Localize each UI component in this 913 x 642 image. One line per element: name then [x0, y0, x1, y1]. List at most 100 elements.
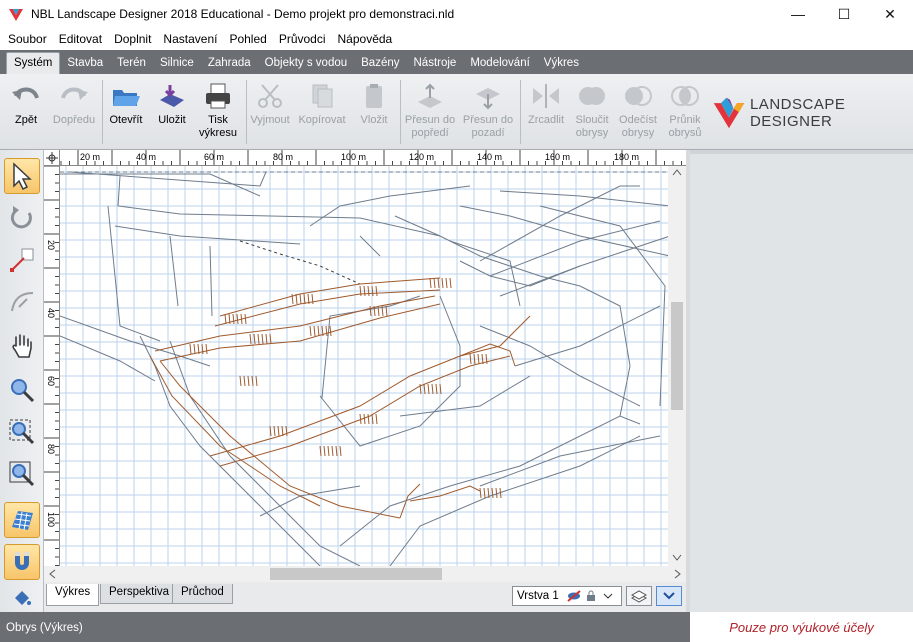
paste-icon [366, 84, 382, 108]
vertical-scrollbar[interactable] [668, 166, 686, 566]
intersect-icon [671, 86, 699, 106]
ruler-label: 100 m [341, 152, 367, 162]
pan-tool[interactable] [4, 328, 40, 364]
ruler-label: 140 m [477, 152, 503, 162]
save-button[interactable]: Uložit [146, 80, 198, 127]
menu-bar: Soubor Editovat Doplnit Nastavení Pohled… [0, 28, 913, 50]
drawing-canvas[interactable] [60, 166, 668, 566]
window-title: NBL Landscape Designer 2018 Educational … [31, 7, 455, 21]
tab-modelovani[interactable]: Modelování [463, 53, 536, 74]
ruler-label: 60 [46, 376, 56, 387]
cut-button[interactable]: Vyjmout [244, 80, 296, 127]
redo-icon [61, 87, 88, 100]
union-icon [579, 87, 605, 105]
close-button[interactable]: ✕ [867, 0, 913, 28]
menu-nastaveni[interactable]: Nastavení [157, 32, 223, 46]
ruler-label: 20 m [80, 152, 101, 162]
plan-drawing[interactable] [60, 166, 668, 566]
tab-objekty-s-vodou[interactable]: Objekty s vodou [258, 53, 354, 74]
paint-tool[interactable] [4, 586, 40, 610]
tab-stavba[interactable]: Stavba [60, 53, 110, 74]
menu-pruvodci[interactable]: Průvodci [273, 32, 332, 46]
scroll-right-icon[interactable] [674, 569, 682, 579]
select-tool[interactable] [4, 158, 40, 194]
send-to-back-button[interactable]: Přesun do pozadí [462, 80, 514, 140]
dashed-boundary-line [239, 240, 361, 285]
paint-bucket-icon [15, 591, 31, 605]
curve-tool[interactable] [4, 284, 40, 320]
undo-icon [12, 87, 39, 100]
brand-logo-icon [713, 97, 745, 129]
title-bar: NBL Landscape Designer 2018 Educational … [0, 0, 913, 28]
cursor-arrow-icon [13, 162, 32, 190]
menu-doplnit[interactable]: Doplnit [108, 32, 157, 46]
zoom-extents-icon [9, 461, 35, 487]
hand-icon [12, 334, 32, 358]
layers-manager-button[interactable] [626, 586, 652, 606]
ruler-origin[interactable] [44, 150, 60, 166]
ruler-label: 80 [46, 444, 56, 455]
horizontal-scroll-thumb[interactable] [270, 568, 442, 580]
grid-icon [12, 511, 33, 531]
eye-hidden-icon[interactable] [567, 590, 581, 602]
resize-tool[interactable] [4, 242, 40, 278]
rotate-icon [10, 206, 32, 229]
snap-magnet-tool[interactable] [4, 544, 40, 580]
vertical-ruler: 20 40 60 80 100 [44, 166, 60, 566]
paste-button[interactable]: Vložit [348, 80, 400, 127]
minimize-button[interactable]: — [775, 0, 821, 28]
zoom-all-tool[interactable] [4, 456, 40, 492]
intersect-outlines-button[interactable]: Průnik obrysů [659, 80, 711, 140]
tab-pruchod[interactable]: Průchod [172, 584, 233, 604]
zoom-window-tool[interactable] [4, 414, 40, 450]
ribbon-separator [400, 80, 401, 144]
horizontal-scrollbar[interactable] [44, 566, 686, 582]
app-logo-icon [9, 9, 23, 21]
zoom-tool[interactable] [4, 372, 40, 408]
tab-nastroje[interactable]: Nástroje [407, 53, 464, 74]
menu-pohled[interactable]: Pohled [223, 32, 272, 46]
vertical-scroll-thumb[interactable] [671, 302, 683, 410]
menu-soubor[interactable]: Soubor [2, 32, 53, 46]
layer-name: Vrstva 1 [517, 590, 559, 602]
copy-button[interactable]: Kopírovat [296, 80, 348, 127]
ruler-label: 180 m [614, 152, 640, 162]
copy-icon [312, 84, 333, 108]
maximize-button[interactable]: ☐ [821, 0, 867, 28]
open-button[interactable]: Otevřít [100, 80, 152, 127]
tab-perspektiva[interactable]: Perspektiva [100, 584, 179, 604]
zoom-window-icon [9, 419, 35, 445]
ruler-label: 40 [46, 308, 56, 319]
chevron-down-icon [663, 592, 675, 600]
union-outlines-button[interactable]: Sloučit obrysy [566, 80, 618, 140]
scroll-down-icon[interactable] [672, 554, 682, 562]
scroll-up-icon[interactable] [672, 168, 682, 176]
tab-silnice[interactable]: Silnice [153, 53, 201, 74]
tab-vykres-view[interactable]: Výkres [46, 584, 100, 606]
ruler-label: 20 [46, 240, 56, 251]
mirror-button[interactable]: Zrcadlit [520, 80, 572, 127]
tab-system[interactable]: Systém [6, 52, 61, 74]
subtract-outlines-button[interactable]: Odečíst obrysy [612, 80, 664, 140]
layers-dropdown-button[interactable] [656, 586, 682, 606]
grid-toggle-tool[interactable] [4, 502, 40, 538]
ribbon-tabs: Systém Stavba Terén Silnice Zahrada Obje… [0, 50, 913, 74]
redo-button[interactable]: Dopředu [48, 80, 100, 127]
ruler-label: 60 m [204, 152, 225, 162]
magnet-icon [15, 552, 29, 570]
chevron-down-icon[interactable] [603, 592, 613, 600]
resize-icon [10, 248, 34, 272]
tab-zahrada[interactable]: Zahrada [201, 53, 258, 74]
menu-editovat[interactable]: Editovat [53, 32, 108, 46]
tab-teren[interactable]: Terén [110, 53, 153, 74]
layer-select[interactable]: Vrstva 1 [512, 586, 622, 606]
undo-button[interactable]: Zpět [0, 80, 52, 127]
menu-napoveda[interactable]: Nápověda [332, 32, 399, 46]
bring-to-front-button[interactable]: Přesun do popředí [404, 80, 456, 140]
print-button[interactable]: Tisk výkresu [192, 80, 244, 140]
tab-vykres[interactable]: Výkres [537, 53, 586, 74]
rotate-tool[interactable] [4, 200, 40, 236]
scroll-left-icon[interactable] [48, 569, 56, 579]
lock-icon[interactable] [585, 590, 597, 602]
tab-bazeny[interactable]: Bazény [354, 53, 406, 74]
